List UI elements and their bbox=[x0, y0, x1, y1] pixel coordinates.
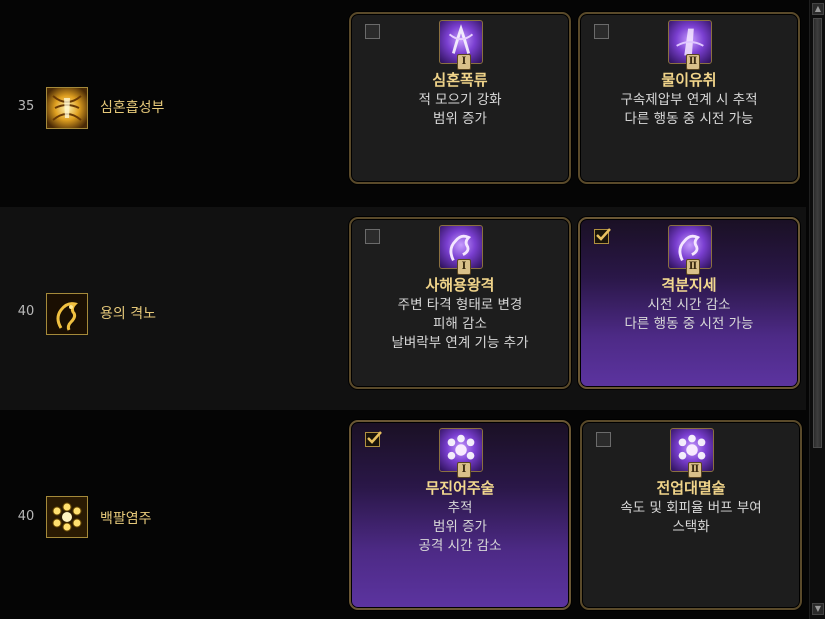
option-description: 추적 범위 증가 공격 시간 감소 bbox=[351, 499, 569, 556]
option-title: 격분지세 bbox=[661, 276, 717, 294]
scroll-thumb[interactable] bbox=[813, 18, 822, 448]
option-description: 적 모으기 강화 범위 증가 bbox=[351, 91, 569, 129]
option-desc-line: 적 모으기 강화 bbox=[418, 92, 502, 108]
option-checkbox-checked[interactable] bbox=[594, 228, 611, 244]
option-desc-line: 피해 감소 bbox=[433, 316, 487, 332]
soul-absorb-icon bbox=[46, 87, 88, 129]
option-desc-line: 다른 행동 중 시전 가능 bbox=[624, 111, 754, 127]
option-checkbox[interactable] bbox=[596, 432, 611, 447]
option-checkbox-checked[interactable] bbox=[365, 431, 382, 447]
option-desc-line: 공격 시간 감소 bbox=[418, 538, 502, 554]
prayer-beads-icon bbox=[46, 496, 88, 538]
option-title: 심혼폭류 bbox=[432, 71, 488, 89]
option-description: 구속제압부 연계 시 추적 다른 행동 중 시전 가능 bbox=[580, 91, 798, 129]
skill-option-card[interactable]: Ⅰ 심혼폭류 적 모으기 강화 범위 증가 bbox=[349, 12, 571, 184]
skill-option-card-selected[interactable]: Ⅰ 무진어주술 추적 범위 증가 공격 시간 감소 bbox=[349, 420, 571, 610]
tier-badge: Ⅰ bbox=[457, 54, 471, 70]
skill-row-2: 40 용의 격노 Ⅰ 사해용왕격 주변 타격 형태로 변경 피해 감소 날벼락부… bbox=[0, 207, 806, 410]
option-checkbox[interactable] bbox=[365, 24, 380, 39]
skill-level: 35 bbox=[17, 99, 35, 114]
tier-badge: Ⅱ bbox=[686, 54, 700, 70]
skill-option-card-selected[interactable]: Ⅱ 격분지세 시전 시간 감소 다른 행동 중 시전 가능 bbox=[578, 217, 800, 389]
option-title: 사해용왕격 bbox=[425, 276, 495, 294]
tier-badge: Ⅱ bbox=[686, 259, 700, 275]
option-title: 전업대멸술 bbox=[656, 479, 726, 497]
option-checkbox[interactable] bbox=[365, 229, 380, 244]
option-desc-line: 범위 증가 bbox=[433, 111, 487, 127]
checkmark-icon bbox=[596, 228, 611, 241]
skill-level: 40 bbox=[17, 304, 35, 319]
skill-name: 백팔염주 bbox=[100, 511, 152, 527]
tier-badge: Ⅱ bbox=[688, 462, 702, 478]
option-desc-line: 주변 타격 형태로 변경 bbox=[397, 297, 523, 313]
option-description: 주변 타격 형태로 변경 피해 감소 날벼락부 연계 기능 추가 bbox=[351, 296, 569, 353]
option-desc-line: 구속제압부 연계 시 추적 bbox=[620, 92, 758, 108]
checkmark-icon bbox=[367, 431, 382, 444]
option-checkbox[interactable] bbox=[594, 24, 609, 39]
scroll-up-icon[interactable]: ▲ bbox=[812, 3, 824, 15]
option-desc-line: 추적 bbox=[447, 500, 473, 516]
tier-badge: Ⅰ bbox=[457, 462, 471, 478]
option-desc-line: 스택화 bbox=[672, 519, 710, 535]
skill-level: 40 bbox=[17, 509, 35, 524]
dragon-icon bbox=[46, 293, 88, 335]
skill-row-1: 35 심혼흡성부 Ⅰ 심혼폭류 적 모으기 강화 범위 증가 Ⅱ 물이유취 구속… bbox=[0, 0, 806, 205]
option-desc-line: 다른 행동 중 시전 가능 bbox=[624, 316, 754, 332]
option-desc-line: 속도 및 회피율 버프 부여 bbox=[620, 500, 762, 516]
option-title: 무진어주술 bbox=[425, 479, 495, 497]
option-title: 물이유취 bbox=[661, 71, 717, 89]
skill-option-card[interactable]: Ⅱ 전업대멸술 속도 및 회피율 버프 부여 스택화 bbox=[580, 420, 802, 610]
skill-name: 심혼흡성부 bbox=[100, 100, 165, 116]
scroll-down-icon[interactable]: ▼ bbox=[812, 603, 824, 615]
vertical-scrollbar[interactable]: ▲ ▼ bbox=[809, 0, 825, 619]
option-description: 시전 시간 감소 다른 행동 중 시전 가능 bbox=[580, 296, 798, 334]
option-description: 속도 및 회피율 버프 부여 스택화 bbox=[582, 499, 800, 537]
option-desc-line: 날벼락부 연계 기능 추가 bbox=[391, 335, 529, 351]
tier-badge: Ⅰ bbox=[457, 259, 471, 275]
skill-option-card[interactable]: Ⅱ 물이유취 구속제압부 연계 시 추적 다른 행동 중 시전 가능 bbox=[578, 12, 800, 184]
skill-row-3: 40 백팔염주 Ⅰ 무진어주술 추적 범위 증가 공격 시간 감소 Ⅱ 전업대멸… bbox=[0, 412, 806, 619]
skill-option-card[interactable]: Ⅰ 사해용왕격 주변 타격 형태로 변경 피해 감소 날벼락부 연계 기능 추가 bbox=[349, 217, 571, 389]
skill-name: 용의 격노 bbox=[100, 306, 156, 322]
option-desc-line: 범위 증가 bbox=[433, 519, 487, 535]
option-desc-line: 시전 시간 감소 bbox=[647, 297, 731, 313]
